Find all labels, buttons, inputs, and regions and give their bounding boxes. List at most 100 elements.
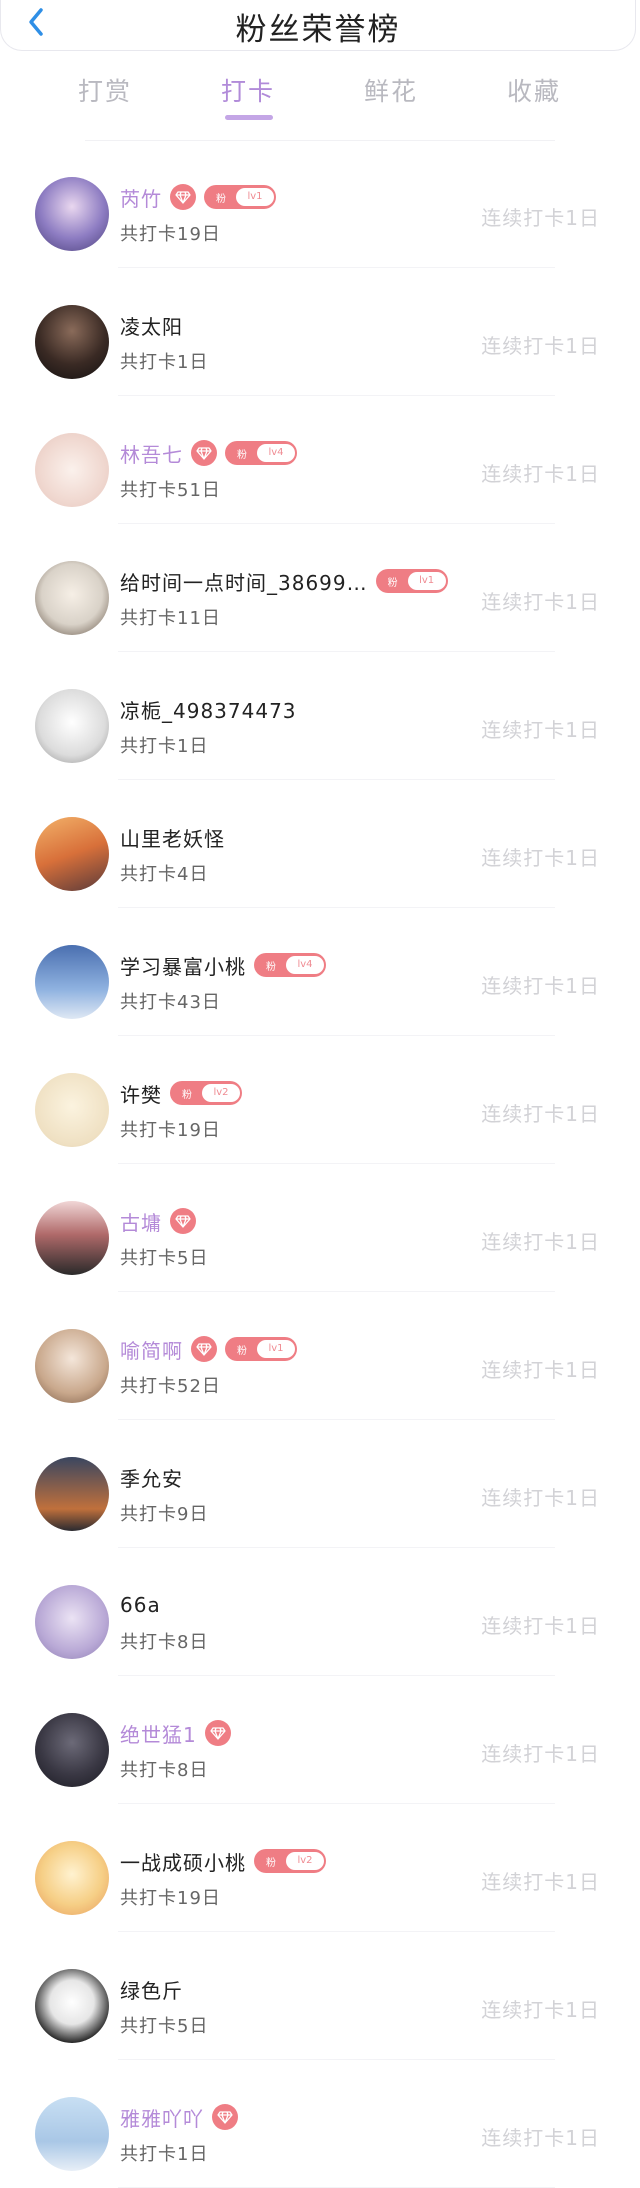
total-checkin-days: 共打卡1日 <box>120 352 209 373</box>
total-checkin-days: 共打卡1日 <box>120 2144 209 2165</box>
streak-days: 连续打卡1日 <box>481 2126 600 2150</box>
diamond-icon <box>204 1720 231 1746</box>
user-avatar[interactable] <box>35 1073 109 1147</box>
fan-level-text: lv1 <box>236 188 274 206</box>
streak-days: 连续打卡1日 <box>481 1230 600 1254</box>
fan-row[interactable]: 喻简啊 粉 lv1 共打卡52日 连续打卡1日 <box>0 1292 640 1420</box>
user-avatar[interactable] <box>35 1201 109 1275</box>
fan-level-badge: 粉 lv2 <box>254 1849 326 1873</box>
fan-row[interactable]: 绿色斤 共打卡5日 连续打卡1日 <box>0 1932 640 2060</box>
fan-name: 凉栀_498374473 <box>120 698 297 723</box>
fan-name: 学习暴富小桃 <box>120 954 246 979</box>
fan-badge-label: 粉 <box>387 577 398 589</box>
fan-row[interactable]: 山里老妖怪共打卡4日 连续打卡1日 <box>0 780 640 908</box>
tab-flowers[interactable]: 鲜花 <box>336 72 446 108</box>
user-avatar[interactable] <box>35 1969 109 2043</box>
fan-level-badge: 粉 lv1 <box>225 1337 297 1361</box>
user-avatar[interactable] <box>35 1841 109 1915</box>
fan-name: 凌太阳 <box>120 314 183 339</box>
fan-level-badge: 粉 lv2 <box>170 1081 242 1105</box>
fan-row[interactable]: 一战成硕小桃 粉 lv2 共打卡19日 连续打卡1日 <box>0 1804 640 1932</box>
total-checkin-days: 共打卡19日 <box>120 1888 221 1909</box>
fan-name: 一战成硕小桃 <box>120 1850 246 1875</box>
streak-days: 连续打卡1日 <box>481 1614 600 1638</box>
streak-days: 连续打卡1日 <box>481 1870 600 1894</box>
name-line: 学习暴富小桃 粉 lv4 <box>120 948 326 982</box>
tab-bar: 打赏 打卡 鲜花 收藏 <box>0 72 640 124</box>
fan-name: 古墉 <box>120 1210 162 1235</box>
fan-level-badge: 粉 lv4 <box>225 441 297 465</box>
user-avatar[interactable] <box>35 817 109 891</box>
tab-checkin[interactable]: 打卡 <box>193 72 303 108</box>
user-avatar[interactable] <box>35 689 109 763</box>
fan-level-text: lv2 <box>202 1084 240 1102</box>
diamond-icon <box>191 1336 217 1362</box>
total-checkin-days: 共打卡4日 <box>120 864 209 885</box>
diamond-icon <box>170 1208 196 1234</box>
user-avatar[interactable] <box>35 945 109 1019</box>
fan-badge-label: 粉 <box>237 449 247 461</box>
fan-row[interactable]: 学习暴富小桃 粉 lv4 共打卡43日 连续打卡1日 <box>0 908 640 1036</box>
fan-name: 芮竹 <box>120 186 162 211</box>
fan-name: 绿色斤 <box>120 1978 183 2003</box>
name-line: 季允安 <box>120 1460 183 1494</box>
user-avatar[interactable] <box>35 433 109 507</box>
fan-level-text: lv4 <box>286 956 324 974</box>
tab-reward[interactable]: 打赏 <box>50 72 160 108</box>
fan-row[interactable]: 林吾七 粉 lv4 共打卡51日 连续打卡1日 <box>0 396 640 524</box>
total-checkin-days: 共打卡52日 <box>120 1376 221 1397</box>
fan-name: 林吾七 <box>120 442 183 467</box>
tab-favorites[interactable]: 收藏 <box>479 72 589 108</box>
fan-badge-label: 粉 <box>266 1857 276 1869</box>
fan-name: 喻简啊 <box>120 1338 183 1363</box>
total-checkin-days: 共打卡43日 <box>120 992 221 1013</box>
user-avatar[interactable] <box>35 305 109 379</box>
diamond-icon <box>212 2104 238 2130</box>
streak-days: 连续打卡1日 <box>481 590 600 614</box>
fan-level-badge: 粉 lv1 <box>204 185 276 209</box>
total-checkin-days: 共打卡8日 <box>120 1760 209 1781</box>
fan-badge-label: 粉 <box>237 1345 247 1357</box>
fan-row[interactable]: 凌太阳共打卡1日 连续打卡1日 <box>0 268 640 396</box>
fan-level-text: lv1 <box>407 572 446 590</box>
fan-name: 绝世猛1 <box>120 1722 197 1747</box>
total-checkin-days: 共打卡8日 <box>120 1632 209 1653</box>
streak-days: 连续打卡1日 <box>481 846 600 870</box>
total-checkin-days: 共打卡5日 <box>120 1248 209 1269</box>
fan-row[interactable]: 季允安 共打卡9日 连续打卡1日 <box>0 1420 640 1548</box>
fan-badge-label: 粉 <box>182 1089 192 1101</box>
fan-level-badge: 粉 lv1 <box>375 569 448 593</box>
name-line: 给时间一点时间_38699… 粉 lv1 <box>120 564 448 598</box>
user-avatar[interactable] <box>35 2097 109 2171</box>
user-avatar[interactable] <box>35 1585 109 1659</box>
fan-row[interactable]: 66a 共打卡8日 连续打卡1日 <box>0 1548 640 1676</box>
fan-name: 山里老妖怪 <box>120 826 225 851</box>
page-title: 粉丝荣誉榜 <box>235 12 401 48</box>
total-checkin-days: 共打卡19日 <box>120 224 221 245</box>
streak-days: 连续打卡1日 <box>481 1102 600 1126</box>
name-line: 许樊 粉 lv2 <box>120 1076 242 1110</box>
user-avatar[interactable] <box>35 1457 109 1531</box>
diamond-icon <box>191 440 217 466</box>
fan-row[interactable]: 古墉共打卡5日 连续打卡1日 <box>0 1164 640 1292</box>
fan-row[interactable]: 雅雅吖吖 共打卡1日 连续打卡1日 <box>0 2060 640 2188</box>
user-avatar[interactable] <box>35 561 109 635</box>
streak-days: 连续打卡1日 <box>481 1358 600 1382</box>
fan-name: 给时间一点时间_38699… <box>120 570 368 595</box>
fan-badge-label: 粉 <box>216 193 226 205</box>
fan-level-badge: 粉 lv4 <box>254 953 326 977</box>
fan-row[interactable]: 给时间一点时间_38699… 粉 lv1 共打卡11日 连续打卡1日 <box>0 524 640 652</box>
fan-row[interactable]: 绝世猛1 共打卡8日 连续打卡1日 <box>0 1676 640 1804</box>
diamond-icon <box>170 184 196 210</box>
user-avatar[interactable] <box>35 1329 109 1403</box>
fan-row[interactable]: 许樊 粉 lv2 共打卡19日 连续打卡1日 <box>0 1036 640 1164</box>
user-avatar[interactable] <box>35 1713 109 1787</box>
user-avatar[interactable] <box>35 177 109 251</box>
name-line: 山里老妖怪 <box>120 820 225 854</box>
fan-row[interactable]: 芮竹 粉 lv1 共打卡19日 连续打卡1日 <box>0 140 640 268</box>
streak-days: 连续打卡1日 <box>481 718 600 742</box>
streak-days: 连续打卡1日 <box>481 334 600 358</box>
fan-row[interactable]: 凉栀_498374473 共打卡1日 连续打卡1日 <box>0 652 640 780</box>
name-line: 芮竹 粉 lv1 <box>120 180 276 214</box>
streak-days: 连续打卡1日 <box>481 1742 600 1766</box>
